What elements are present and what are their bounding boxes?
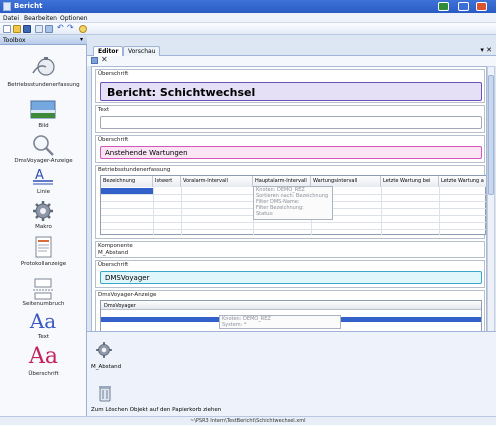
tool-bild[interactable]: Bild [0, 95, 87, 135]
tool-seitenumbruch[interactable]: Seitenumbruch [0, 271, 87, 311]
canvas-scrollbar[interactable] [487, 66, 495, 366]
toolbox-panel: Toolbox ▾ Betriebsstundenerfassung Bild … [0, 35, 87, 416]
tool-label: Seitenumbruch [22, 301, 65, 307]
selected-cell[interactable] [101, 188, 153, 194]
heading-field[interactable]: Anstehende Wartungen [100, 146, 482, 159]
scrollbar-thumb[interactable] [488, 75, 494, 195]
edit-toolbar: ✕ [87, 55, 496, 66]
delete-icon[interactable]: ✕ [101, 55, 108, 64]
menu-bearbeiten[interactable]: Bearbeiten [24, 15, 57, 22]
tab-strip: Editor Vorschau [87, 45, 496, 57]
tool-label: Makro [35, 224, 52, 230]
menu-datei[interactable]: Datei [3, 15, 19, 22]
window-title: Bericht [14, 2, 43, 10]
page-break-icon [33, 278, 53, 300]
preview-icon[interactable] [45, 25, 53, 33]
toolbar: ↶ ↷ [0, 23, 496, 35]
table-row[interactable] [101, 223, 486, 230]
trash-hint: Zum Löschen Objekt auf den Papierkorb zi… [91, 407, 222, 413]
section-komponente[interactable]: Komponente M_Abstand [95, 241, 485, 258]
text-field[interactable] [100, 116, 482, 129]
app-icon [3, 2, 11, 11]
tool-betriebsstundenerfassung[interactable]: Betriebsstundenerfassung [0, 55, 87, 95]
section-caption: Betriebsstundenerfassung [98, 167, 171, 173]
wizard-icon[interactable] [79, 25, 87, 33]
gear-icon [33, 201, 53, 221]
help-button[interactable] [438, 2, 449, 11]
tool-label: Überschrift [28, 371, 59, 377]
column-header[interactable]: Letzte Wartung bei [381, 176, 439, 187]
heading-field[interactable]: Bericht: Schichtwechsel [100, 82, 482, 101]
picture-icon [30, 100, 56, 119]
section-caption: Überschrift [98, 137, 129, 143]
text-icon: Aa [29, 309, 57, 333]
section-heading-main[interactable]: Überschrift Bericht: Schichtwechsel [95, 69, 485, 103]
section-caption: Überschrift [98, 71, 129, 77]
heading-field[interactable]: DMSVoyager [100, 271, 482, 284]
component-panel: M_Abstand Zum Löschen Objekt auf den Pap… [87, 331, 496, 416]
tool-label: Linie [37, 189, 50, 195]
maintenance-table: Bezeichnung Istwert Voralarm-Intervall H… [100, 175, 486, 235]
edit-properties-icon[interactable] [91, 57, 98, 64]
dmsvoyager-context-menu: Knoten: DEMO_REZ System: * [219, 315, 341, 329]
toolbox-header: Toolbox ▾ [0, 35, 87, 45]
stopwatch-icon [32, 57, 55, 76]
component-label: M_Abstand [91, 364, 122, 370]
close-document-button[interactable]: ▾ ✕ [480, 46, 492, 54]
minimize-button[interactable] [458, 2, 469, 11]
trash-icon[interactable] [97, 384, 113, 402]
undo-icon[interactable]: ↶ [57, 23, 65, 32]
status-bar: ~\PSR3 Intern\TestBericht\Schichtwechsel… [0, 416, 496, 425]
menu-optionen[interactable]: Optionen [60, 15, 88, 22]
tool-label: Bild [38, 123, 49, 129]
tool-label: DmsVoyager-Anzeige [14, 158, 73, 164]
dmsvoyager-header: DmsVoyager [101, 301, 481, 310]
section-caption: Text [98, 107, 110, 113]
section-caption: DmsVoyager-Anzeige [98, 292, 157, 298]
toolbox-title: Toolbox [3, 37, 26, 44]
gear-icon[interactable] [93, 340, 115, 360]
tool-ueberschrift[interactable]: Aa Überschrift [0, 345, 87, 385]
tool-makro[interactable]: Makro [0, 199, 87, 239]
status-path: ~\PSR3 Intern\TestBericht\Schichtwechsel… [190, 418, 306, 424]
column-header[interactable]: Istwert [153, 176, 181, 187]
section-betriebsstunden[interactable]: Betriebsstundenerfassung Bezeichnung Ist… [95, 165, 486, 239]
section-caption: Überschrift [98, 262, 129, 268]
section-caption: Komponente [98, 243, 133, 249]
tool-label: Protokollanzeige [20, 261, 67, 267]
column-header[interactable]: Bezeichnung [101, 176, 153, 187]
tool-text[interactable]: Aa Text [0, 309, 87, 349]
title-bar: Bericht [0, 0, 496, 13]
redo-icon[interactable]: ↷ [67, 23, 75, 32]
save-icon[interactable] [23, 25, 31, 33]
ctx-item[interactable]: System: * [220, 322, 340, 328]
tool-protokollanzeige[interactable]: Protokollanzeige [0, 235, 87, 275]
section-heading-dmsvoyager[interactable]: Überschrift DMSVoyager [95, 260, 485, 288]
column-header[interactable]: Letzte Wartung a [439, 176, 486, 187]
report-canvas: Überschrift Bericht: Schichtwechsel Text… [91, 66, 487, 366]
line-tool-icon: A [33, 168, 53, 185]
tool-label: Text [37, 334, 50, 340]
open-folder-icon[interactable] [13, 25, 21, 33]
pin-icon[interactable]: ▾ [80, 36, 83, 43]
magnifier-icon [33, 135, 54, 156]
section-heading-wartungen[interactable]: Überschrift Anstehende Wartungen [95, 135, 485, 163]
close-window-button[interactable] [476, 2, 487, 11]
section-text[interactable]: Text [95, 105, 485, 133]
ctx-item[interactable]: Status: [254, 211, 332, 217]
print-icon[interactable] [35, 25, 43, 33]
tab-vorschau[interactable]: Vorschau [123, 46, 161, 56]
column-header[interactable]: Voralarm-Intervall [181, 176, 253, 187]
menu-bar: Datei Bearbeiten Optionen [0, 13, 496, 23]
new-document-icon[interactable] [3, 25, 11, 33]
table-context-menu: Knoten: DEMO_REZ Sortieren nach: Bezeich… [253, 186, 333, 220]
component-value: M_Abstand [98, 250, 129, 256]
tool-label: Betriebsstundenerfassung [7, 82, 80, 88]
heading-icon: Aa [29, 344, 59, 369]
document-icon [35, 236, 52, 258]
